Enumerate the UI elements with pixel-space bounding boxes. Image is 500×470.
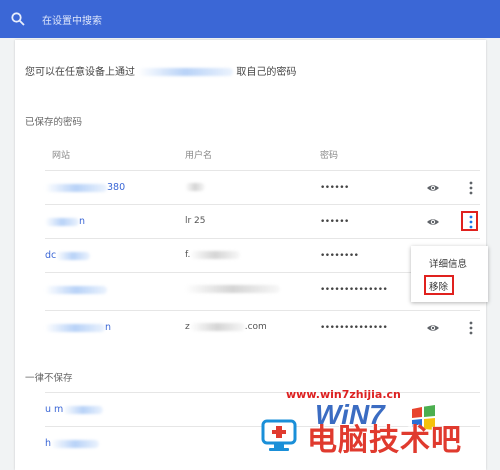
password-dots: •••••••• [320,251,359,261]
site-link[interactable]: u m [45,404,104,415]
computer-icon [261,419,297,451]
redacted-link [138,68,234,76]
eye-icon[interactable] [426,321,440,335]
watermark-title: 电脑技术吧 [307,423,462,458]
password-dots: •••••••••••••• [320,285,388,295]
more-button-highlight [461,211,478,231]
site-link[interactable]: n [45,216,85,227]
column-password: 密码 [320,151,339,161]
more-vert-icon[interactable] [465,180,477,196]
site-link[interactable]: 380 [45,182,125,193]
eye-icon[interactable] [426,181,440,195]
sync-info-text: 您可以在任意设备上通过 取自己的密码 [25,67,297,78]
username: f. [185,250,241,260]
password-dots: •••••• [320,183,349,193]
more-vert-icon[interactable] [465,320,477,336]
watermark-logo: WiN7 电脑技术吧 [255,399,500,462]
password-row: 380 •••••• [45,170,480,205]
menu-item-details[interactable]: 详细信息 [429,256,467,270]
never-saved-title: 一律不保存 [25,373,73,384]
site-link[interactable] [45,284,107,295]
password-dots: •••••••••••••• [320,323,388,333]
settings-search-bar[interactable]: 在设置中搜索 [0,0,500,38]
password-row: n z .com •••••••••••••• [45,310,480,345]
username: z .com [185,322,267,332]
password-row: n lr 25 •••••• [45,204,480,239]
username [185,182,205,192]
site-link[interactable]: n [45,322,111,333]
site-link[interactable]: h [45,438,100,449]
column-site: 网站 [52,151,71,161]
search-input[interactable]: 在设置中搜索 [42,12,102,27]
remove-highlight [424,275,454,295]
search-icon [11,12,25,26]
site-link[interactable]: dc [45,250,91,261]
column-username: 用户名 [185,151,213,161]
username [185,284,280,294]
password-dots: •••••• [320,217,349,227]
eye-icon[interactable] [426,215,440,229]
username: lr 25 [185,216,206,226]
saved-passwords-title: 已保存的密码 [25,117,83,128]
